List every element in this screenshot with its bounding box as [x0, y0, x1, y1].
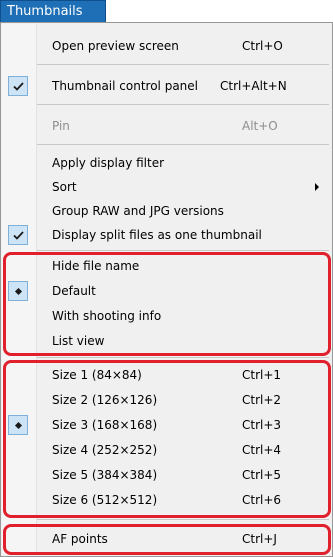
menu-item-label: Sort: [52, 180, 77, 194]
screenshot-root: Thumbnails Open preview screen Ctrl+O Th…: [0, 0, 333, 557]
menu-item-thumbnail-control-panel[interactable]: Thumbnail control panel Ctrl+Alt+N: [2, 75, 331, 97]
menu-item-label: Apply display filter: [52, 156, 165, 170]
menu-item-label: Thumbnail control panel: [52, 79, 198, 93]
menu-item-label: Display split files as one thumbnail: [52, 228, 262, 242]
menu-item-label: Pin: [52, 119, 70, 133]
menu-separator: [37, 64, 329, 65]
menu-item-sort[interactable]: Sort: [2, 176, 331, 198]
highlight-box-sizes: [3, 360, 331, 518]
highlight-box-display-modes: [3, 252, 331, 356]
menu-item-label: Group RAW and JPG versions: [52, 204, 224, 218]
checkmark-icon: [8, 225, 28, 245]
menu-item-shortcut: Alt+O: [242, 119, 278, 133]
menu-separator: [37, 519, 329, 520]
menu-item-shortcut: Ctrl+Alt+N: [220, 79, 287, 93]
menu-item-open-preview-screen[interactable]: Open preview screen Ctrl+O: [2, 35, 331, 57]
menu-item-pin[interactable]: Pin Alt+O: [2, 115, 331, 137]
thumbnails-menu-tab-label: Thumbnails: [7, 4, 83, 19]
menu-separator: [37, 357, 329, 358]
menu-separator: [37, 250, 329, 251]
menu-separator: [37, 144, 329, 145]
menu-item-shortcut: Ctrl+O: [242, 39, 283, 53]
menu-item-label: Open preview screen: [52, 39, 179, 53]
menu-item-display-split-files[interactable]: Display split files as one thumbnail: [2, 224, 331, 246]
menu-item-group-raw-jpg[interactable]: Group RAW and JPG versions: [2, 200, 331, 222]
menu-item-apply-display-filter[interactable]: Apply display filter: [2, 152, 331, 174]
thumbnails-menu-tab[interactable]: Thumbnails: [0, 0, 106, 22]
submenu-arrow-icon: [315, 183, 319, 191]
highlight-box-af-points: [3, 524, 331, 555]
menu-separator: [37, 104, 329, 105]
checkmark-icon: [8, 76, 28, 96]
